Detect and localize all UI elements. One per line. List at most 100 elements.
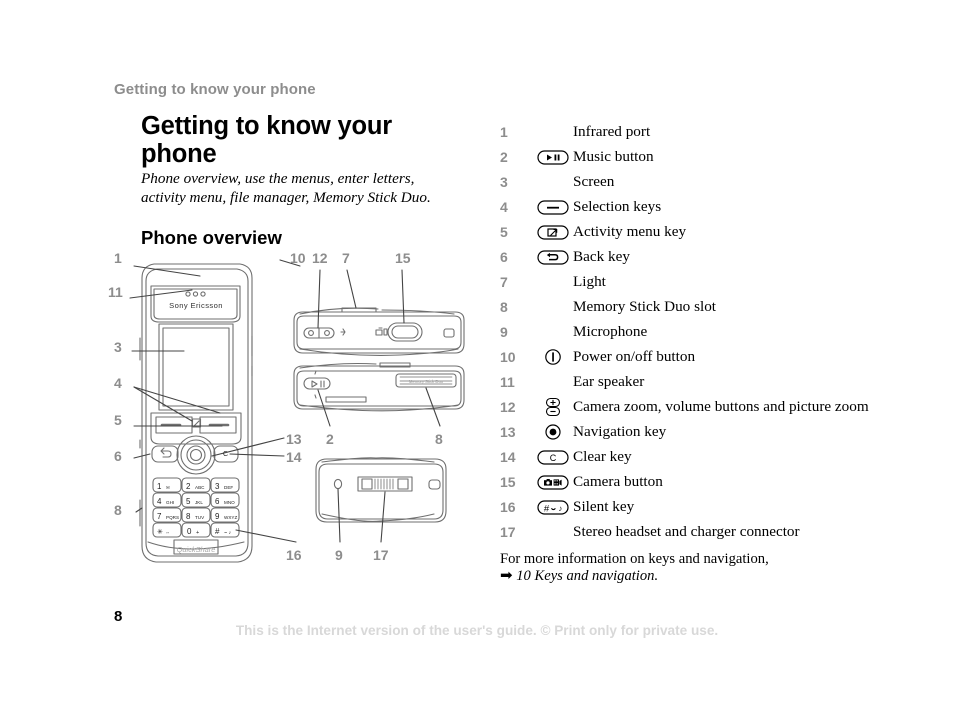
legend-number: 8	[500, 299, 508, 315]
svg-text:5: 5	[186, 497, 191, 506]
keypad-labels: 1 ✉ 2 ABC 3 DEF 4 GHI 5 JKL 6 MNO 7 PQRS 8 TUV 9…	[157, 482, 237, 536]
callout-7: 7	[342, 250, 350, 266]
svg-text:+: +	[196, 530, 199, 536]
callout-8: 8	[114, 502, 122, 518]
power-icon	[536, 347, 570, 367]
callout-14: 14	[286, 449, 302, 465]
svg-text:8: 8	[186, 512, 191, 521]
camera-key-icon	[536, 472, 570, 492]
svg-text:6: 6	[215, 497, 220, 506]
legend-label: Light	[573, 273, 606, 290]
legend-label: Camera zoom, volume buttons and picture …	[573, 398, 869, 415]
callout-10: 10	[290, 250, 306, 266]
callout-6: 6	[114, 448, 122, 464]
legend-row-12: 12 Camera zoom, volume buttons and pictu…	[500, 397, 920, 422]
clear-key-icon: C	[536, 447, 570, 467]
phone-bottom-view	[315, 457, 447, 523]
legend-number: 5	[500, 224, 508, 240]
legend-row-8: 8 Memory Stick Duo slot	[500, 297, 920, 322]
callout-15: 15	[395, 250, 411, 266]
legend-number: 1	[500, 124, 508, 140]
callout-4: 4	[114, 375, 122, 391]
manual-page: Getting to know your phone Getting to kn…	[0, 0, 954, 710]
callout-9: 9	[335, 547, 343, 563]
music-key-icon	[536, 147, 570, 167]
callout-5: 5	[114, 412, 122, 428]
legend-label: Clear key	[573, 448, 632, 465]
legend-row-5: 5 Activity menu key	[500, 222, 920, 247]
svg-text:♪: ♪	[558, 504, 562, 513]
intro-paragraph: Phone overview, use the menus, enter let…	[141, 170, 431, 206]
footer-disclaimer: This is the Internet version of the user…	[235, 623, 719, 638]
svg-text:⌣ ♪: ⌣ ♪	[224, 530, 232, 536]
svg-text:✉: ✉	[166, 485, 170, 490]
callout-17: 17	[373, 547, 389, 563]
quickshare-label: QuickShare	[177, 545, 216, 554]
svg-text:C: C	[550, 453, 557, 463]
legend-row-14: 14 C Clear key	[500, 447, 920, 472]
back-key-icon	[536, 247, 570, 267]
legend-row-9: 9 Microphone	[500, 322, 920, 347]
svg-text:0: 0	[187, 527, 192, 536]
legend-number: 17	[500, 524, 516, 540]
legend-number: 7	[500, 274, 508, 290]
legend-row-7: 7 Light	[500, 272, 920, 297]
legend-label: Microphone	[573, 323, 648, 340]
legend-label: Back key	[573, 248, 630, 265]
section-title: Phone overview	[141, 227, 282, 248]
navigation-key-icon	[536, 422, 570, 442]
legend-row-1: 1 Infrared port	[500, 122, 920, 147]
legend-label: Silent key	[573, 498, 635, 515]
legend-label: Infrared port	[573, 123, 651, 140]
svg-text:1: 1	[157, 482, 162, 491]
legend-row-13: 13 Navigation key	[500, 422, 920, 447]
key-legend-list: 1 Infrared port 2 Music button 3 Screen …	[500, 122, 920, 547]
phone-side-view-top	[293, 307, 465, 356]
legend-row-15: 15 Camera button	[500, 472, 920, 497]
svg-text:4: 4	[157, 497, 162, 506]
legend-number: 15	[500, 474, 516, 490]
callout-16: 16	[286, 547, 302, 563]
legend-row-10: 10 Power on/off button	[500, 347, 920, 372]
legend-number: 13	[500, 424, 516, 440]
callout-12: 12	[312, 250, 328, 266]
legend-row-17: 17 Stereo headset and charger connector	[500, 522, 920, 547]
running-head: Getting to know your phone	[114, 81, 316, 98]
callout-1: 1	[114, 250, 122, 266]
callout-11: 11	[108, 284, 123, 300]
callout-3: 3	[114, 339, 122, 355]
svg-text:2: 2	[186, 482, 191, 491]
callout-8-memory-stick: 8	[435, 431, 443, 447]
note-line: For more information on keys and navigat…	[500, 551, 769, 567]
legend-number: 3	[500, 174, 508, 190]
svg-text:7: 7	[157, 512, 162, 521]
legend-number: 4	[500, 199, 508, 215]
cross-reference-link[interactable]: 10 Keys and navigation.	[516, 568, 658, 584]
svg-text:GHI: GHI	[166, 500, 174, 505]
page-title: Getting to know your phone	[141, 112, 392, 168]
svg-text:9: 9	[215, 512, 220, 521]
phone-overview-figure: Sony Ericsson QuickShare Memory Stick Du…	[104, 250, 484, 580]
legend-label: Ear speaker	[573, 373, 645, 390]
volume-rocker-icon	[536, 397, 570, 417]
legend-row-2: 2 Music button	[500, 147, 920, 172]
legend-number: 9	[500, 324, 508, 340]
legend-row-3: 3 Screen	[500, 172, 920, 197]
legend-label: Selection keys	[573, 198, 662, 215]
arrow-right-icon: ➡	[500, 568, 513, 584]
legend-label: Screen	[573, 173, 615, 190]
legend-number: 16	[500, 499, 516, 515]
svg-text:TUV: TUV	[195, 515, 205, 520]
phone-diagram-svg: Sony Ericsson QuickShare Memory Stick Du…	[129, 259, 465, 563]
clear-key-glyph: C	[223, 451, 228, 458]
svg-text:#: #	[544, 503, 550, 514]
legend-label: Stereo headset and charger connector	[573, 523, 800, 540]
legend-number: 6	[500, 249, 508, 265]
cross-reference-note: For more information on keys and navigat…	[500, 551, 830, 585]
svg-text:PQRS: PQRS	[166, 515, 179, 520]
svg-text:DEF: DEF	[224, 485, 233, 490]
legend-number: 12	[500, 399, 516, 415]
legend-row-6: 6 Back key	[500, 247, 920, 272]
legend-number: 11	[500, 374, 515, 390]
svg-text:3: 3	[215, 482, 220, 491]
